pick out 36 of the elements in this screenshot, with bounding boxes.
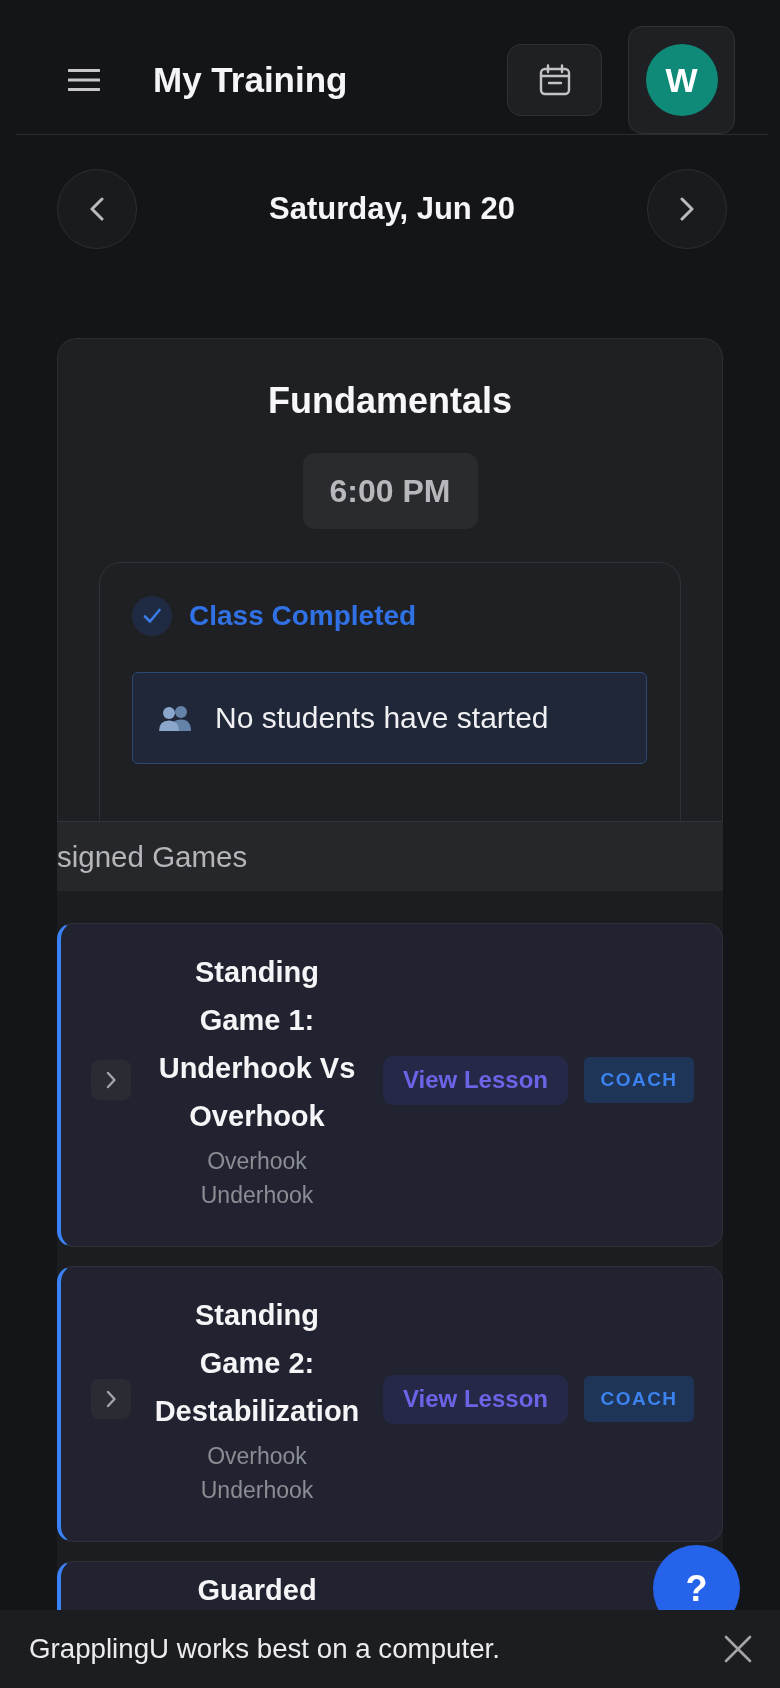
game-tag: Underhook (153, 1178, 361, 1212)
class-title: Fundamentals (267, 379, 512, 423)
calendar-button[interactable] (507, 44, 602, 116)
status-label: Class Completed (189, 600, 417, 632)
calendar-icon (538, 64, 571, 96)
close-button[interactable] (724, 1635, 752, 1663)
game-tag: Overhook (153, 1439, 361, 1473)
menu-button[interactable] (68, 68, 100, 92)
expand-button[interactable] (91, 1379, 131, 1419)
menu-icon (68, 68, 100, 92)
chevron-left-icon (90, 197, 104, 221)
help-button[interactable]: ? (653, 1545, 740, 1610)
chevron-right-icon (106, 1390, 116, 1408)
students-message: No students have started (215, 701, 549, 735)
chevron-right-icon (680, 197, 694, 221)
date-label: Saturday, Jun 20 (269, 191, 515, 227)
game-title: Standing Game 2: Destabilization (153, 1298, 361, 1429)
game-tag: Overhook (153, 1144, 361, 1178)
avatar: W (645, 44, 718, 116)
role-badge: COACH (584, 1376, 694, 1422)
close-icon (724, 1635, 752, 1663)
banner-message: GrapplingU works best on a computer. (29, 1633, 500, 1665)
game-title: Standing Game 1: Underhook Vs Overhook (157, 955, 357, 1134)
expand-button[interactable] (91, 1060, 131, 1100)
view-lesson-button[interactable]: View Lesson (383, 1055, 568, 1105)
section-header: signed Games (57, 821, 723, 891)
chevron-right-icon (106, 1071, 116, 1089)
role-badge: COACH (584, 1057, 694, 1103)
game-tag: Underhook (153, 1473, 361, 1507)
view-lesson-button[interactable]: View Lesson (383, 1374, 568, 1424)
avatar-button[interactable]: W (628, 26, 735, 134)
time-chip: 6:00 PM (302, 453, 478, 529)
people-icon (158, 705, 192, 731)
check-circle-icon (132, 596, 172, 636)
game-title: Guarded (196, 1573, 318, 1608)
page-title: My Training (153, 59, 349, 101)
